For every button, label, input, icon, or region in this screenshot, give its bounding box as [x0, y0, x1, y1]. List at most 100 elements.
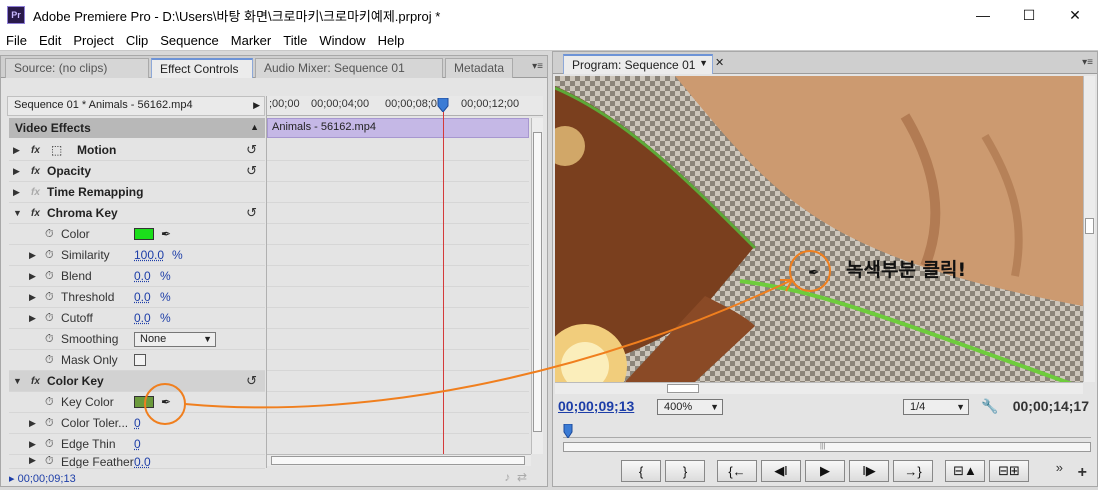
- scroll-thumb[interactable]: [533, 132, 542, 432]
- lift-button[interactable]: ⊟▲: [945, 460, 985, 482]
- step-forward-button[interactable]: I▶: [849, 460, 889, 482]
- chevron-down-icon[interactable]: ▼: [699, 58, 708, 68]
- scroll-thumb[interactable]: [667, 384, 699, 393]
- more-controls-icon[interactable]: »: [1056, 460, 1063, 475]
- menu-marker[interactable]: Marker: [225, 33, 277, 48]
- collapse-triangle-icon[interactable]: ▼: [13, 376, 22, 386]
- monitor-horizontal-scrollbar[interactable]: [555, 382, 1083, 394]
- monitor-vertical-scrollbar[interactable]: [1083, 76, 1095, 382]
- effect-row-color-key[interactable]: ▼ fx Color Key ↺: [9, 371, 265, 392]
- stopwatch-icon[interactable]: ⏱: [45, 312, 54, 325]
- expand-triangle-icon[interactable]: ▶: [29, 313, 36, 324]
- effect-row-motion[interactable]: ▶ fx ⬚ Motion ↺: [9, 140, 265, 161]
- stopwatch-icon[interactable]: ⏱: [45, 417, 54, 430]
- cutoff-value[interactable]: 0.0: [134, 311, 151, 325]
- collapse-triangle-icon[interactable]: ▼: [13, 208, 22, 218]
- edge-thin-value[interactable]: 0: [134, 437, 141, 451]
- vertical-scrollbar[interactable]: [531, 118, 543, 454]
- mini-ruler[interactable]: [563, 424, 1091, 438]
- fx-badge-icon[interactable]: fx: [31, 166, 40, 177]
- stopwatch-icon[interactable]: ⏱: [45, 249, 54, 262]
- minimize-button[interactable]: —: [960, 0, 1006, 30]
- step-back-button[interactable]: ◀I: [761, 460, 801, 482]
- tab-metadata[interactable]: Metadata: [445, 58, 513, 78]
- fx-badge-icon[interactable]: fx: [31, 208, 40, 219]
- monitor-mini-timeline[interactable]: |||: [563, 424, 1091, 458]
- horizontal-scrollbar[interactable]: [267, 454, 531, 466]
- scroll-thumb[interactable]: [271, 456, 525, 465]
- menu-title[interactable]: Title: [277, 33, 313, 48]
- resolution-dropdown[interactable]: 1/4 ▼: [903, 399, 969, 415]
- play-button[interactable]: ▶: [805, 460, 845, 482]
- reset-icon[interactable]: ↺: [246, 163, 257, 179]
- playhead-handle-icon[interactable]: [437, 98, 449, 112]
- button-editor-plus-icon[interactable]: +: [1078, 464, 1087, 482]
- play-triangle-icon[interactable]: ▶: [253, 100, 260, 111]
- tab-close-icon[interactable]: ✕: [715, 56, 724, 69]
- stopwatch-icon[interactable]: ⏱: [45, 396, 54, 409]
- audio-icon[interactable]: ♪: [504, 470, 510, 484]
- go-to-in-button[interactable]: {←: [717, 460, 757, 482]
- go-to-out-button[interactable]: →}: [893, 460, 933, 482]
- mark-in-button[interactable]: {: [621, 460, 661, 482]
- mask-only-checkbox[interactable]: [134, 354, 146, 366]
- expand-triangle-icon[interactable]: ▶: [13, 166, 20, 177]
- expand-triangle-icon[interactable]: ▶: [29, 418, 36, 429]
- expand-triangle-icon[interactable]: ▶: [29, 455, 36, 466]
- blend-value[interactable]: 0.0: [134, 269, 151, 283]
- stopwatch-icon[interactable]: ⏱: [45, 228, 54, 241]
- maximize-button[interactable]: ☐: [1006, 0, 1052, 30]
- tab-program-sequence[interactable]: Program: Sequence 01 ▼: [563, 54, 713, 74]
- menu-clip[interactable]: Clip: [120, 33, 154, 48]
- stopwatch-icon[interactable]: ⏱: [45, 455, 54, 468]
- wrench-icon[interactable]: 🔧: [981, 398, 998, 415]
- expand-triangle-icon[interactable]: ▶: [29, 271, 36, 282]
- effect-time-ruler[interactable]: ;00;00 00;00;04;00 00;00;08;00 00;00;12;…: [267, 96, 543, 116]
- reset-icon[interactable]: ↺: [246, 142, 257, 158]
- fx-badge-icon[interactable]: fx: [31, 145, 40, 156]
- sequence-clip-selector[interactable]: Sequence 01 * Animals - 56162.mp4 ▶: [7, 96, 265, 116]
- expand-triangle-icon[interactable]: ▶: [29, 250, 36, 261]
- program-video-frame[interactable]: [555, 76, 1083, 382]
- close-button[interactable]: ✕: [1052, 0, 1098, 30]
- menu-sequence[interactable]: Sequence: [154, 33, 225, 48]
- reset-icon[interactable]: ↺: [246, 205, 257, 221]
- tab-audio-mixer[interactable]: Audio Mixer: Sequence 01: [255, 58, 443, 78]
- collapse-up-icon[interactable]: ▲: [250, 122, 259, 132]
- smoothing-dropdown[interactable]: None ▼: [134, 331, 216, 347]
- reset-icon[interactable]: ↺: [246, 373, 257, 389]
- panel-menu-icon[interactable]: ▾≡: [1082, 57, 1093, 68]
- menu-project[interactable]: Project: [67, 33, 119, 48]
- stopwatch-icon[interactable]: ⏱: [45, 270, 54, 283]
- threshold-value[interactable]: 0.0: [134, 290, 151, 304]
- mini-playhead-icon[interactable]: [563, 424, 573, 438]
- effect-row-chroma-key[interactable]: ▼ fx Chroma Key ↺: [9, 203, 265, 224]
- color-swatch[interactable]: [134, 228, 154, 240]
- fx-badge-icon[interactable]: fx: [31, 376, 40, 387]
- effect-row-time-remapping[interactable]: ▶ fx Time Remapping: [9, 182, 265, 203]
- color-tolerance-value[interactable]: 0: [134, 416, 141, 430]
- extract-button[interactable]: ⊟⊞: [989, 460, 1029, 482]
- tab-source[interactable]: Source: (no clips): [5, 58, 149, 78]
- menu-file[interactable]: File: [0, 33, 33, 48]
- loop-icon[interactable]: ⇄: [517, 470, 527, 484]
- expand-triangle-icon[interactable]: ▶: [29, 292, 36, 303]
- mark-out-button[interactable]: }: [665, 460, 705, 482]
- zoom-dropdown[interactable]: 400% ▼: [657, 399, 723, 415]
- stopwatch-icon[interactable]: ⏱: [45, 354, 54, 367]
- stopwatch-icon[interactable]: ⏱: [45, 333, 54, 346]
- effect-row-opacity[interactable]: ▶ fx Opacity ↺: [9, 161, 265, 182]
- expand-triangle-icon[interactable]: ▶: [13, 187, 20, 198]
- clip-bar[interactable]: Animals - 56162.mp4: [267, 118, 529, 138]
- effect-controls-timecode[interactable]: ▸ 00;00;09;13: [9, 472, 76, 485]
- scroll-thumb[interactable]: [1085, 218, 1094, 234]
- expand-triangle-icon[interactable]: ▶: [29, 439, 36, 450]
- similarity-value[interactable]: 100.0: [134, 248, 164, 262]
- menu-help[interactable]: Help: [372, 33, 411, 48]
- menu-edit[interactable]: Edit: [33, 33, 67, 48]
- panel-menu-icon[interactable]: ▾≡: [532, 61, 543, 72]
- menu-window[interactable]: Window: [313, 33, 371, 48]
- eyedropper-icon[interactable]: ✒: [161, 227, 171, 241]
- current-timecode[interactable]: 00;00;09;13: [558, 398, 634, 414]
- key-color-swatch[interactable]: [134, 396, 154, 408]
